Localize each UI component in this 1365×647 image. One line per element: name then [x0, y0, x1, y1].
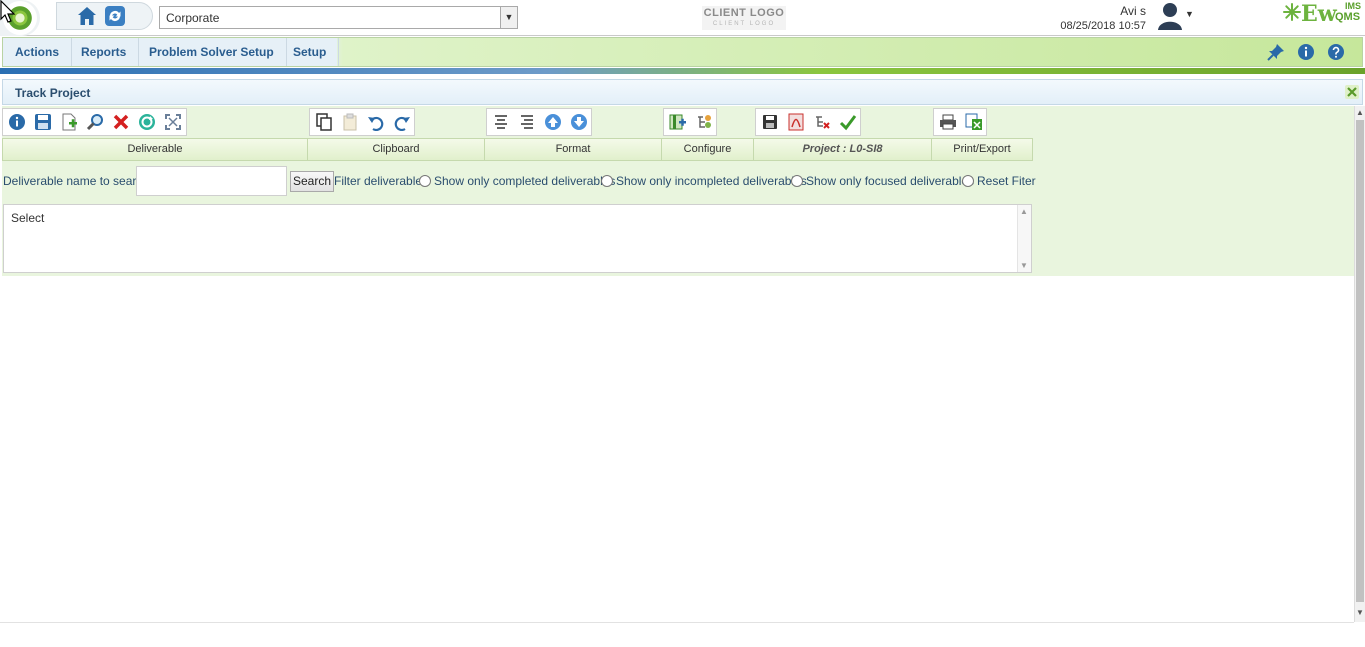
close-icon[interactable] — [1345, 85, 1359, 99]
menu-setup[interactable]: Setup — [281, 38, 340, 66]
radio-focused-label: Show only focused deliverables — [806, 174, 975, 188]
group-label-project: Project : L0-SI8 — [754, 139, 932, 160]
ribbon-group-clipboard — [309, 108, 415, 136]
redo-icon[interactable] — [393, 113, 411, 131]
top-bar: Corporate ▼ CLIENT LOGO CLIENT LOGO Avi … — [0, 0, 1365, 36]
info-icon[interactable] — [1297, 43, 1315, 61]
copy-icon[interactable] — [315, 113, 333, 131]
fullscreen-icon[interactable] — [164, 113, 182, 131]
scroll-up-icon[interactable]: ▲ — [1020, 207, 1028, 216]
align-justify-icon[interactable] — [518, 113, 536, 131]
search-icon[interactable] — [86, 113, 104, 131]
client-logo-subtext: CLIENT LOGO — [712, 21, 776, 27]
avatar-icon[interactable] — [1155, 0, 1185, 30]
export-icon[interactable] — [965, 113, 983, 131]
ribbon-group-labels: Deliverable Clipboard Format Configure P… — [2, 138, 1033, 161]
ribbon-group-configure — [663, 108, 717, 136]
menu-reports[interactable]: Reports — [69, 38, 140, 66]
save-icon[interactable] — [34, 113, 52, 131]
scroll-up-icon[interactable]: ▲ — [1355, 108, 1365, 120]
user-menu-caret-icon[interactable]: ▼ — [1185, 9, 1195, 19]
bottom-divider — [0, 622, 1354, 623]
group-label-configure: Configure — [662, 139, 754, 160]
move-up-icon[interactable] — [544, 113, 562, 131]
sync-icon[interactable] — [138, 113, 156, 131]
print-icon[interactable] — [939, 113, 957, 131]
pin-icon[interactable] — [1267, 43, 1285, 61]
client-logo-text: CLIENT LOGO — [703, 7, 785, 19]
ribbon-group-print-export — [933, 108, 987, 136]
scroll-down-icon[interactable]: ▼ — [1020, 261, 1028, 270]
ribbon-group-format — [486, 108, 592, 136]
header-stripe — [0, 68, 1365, 74]
brand-ims-text: IMS — [1345, 1, 1362, 11]
radio-reset-filter[interactable] — [962, 175, 974, 187]
radio-completed[interactable] — [419, 175, 431, 187]
group-label-deliverable: Deliverable — [3, 139, 308, 160]
current-datetime: 08/25/2018 10:57 — [1060, 20, 1146, 32]
page-title: Track Project — [15, 86, 91, 100]
undo-icon[interactable] — [367, 113, 385, 131]
main-menu-bar: Actions Reports Problem Solver Setup Set… — [2, 37, 1363, 67]
ribbon-toolbar: Deliverable Clipboard Format Configure P… — [2, 108, 1033, 161]
search-button[interactable]: Search — [290, 171, 334, 192]
organization-select-value: Corporate — [166, 11, 220, 25]
configure-tree-icon[interactable] — [695, 113, 713, 131]
group-label-clipboard: Clipboard — [308, 139, 485, 160]
user-name: Avi s — [1120, 4, 1146, 18]
list-scrollbar[interactable]: ▲ ▼ — [1017, 205, 1031, 272]
help-icon[interactable] — [1327, 43, 1345, 61]
radio-incompleted-label: Show only incompleted deliverables — [616, 174, 807, 188]
check-icon[interactable] — [839, 113, 857, 131]
add-document-icon[interactable] — [60, 113, 78, 131]
menu-actions[interactable]: Actions — [3, 38, 73, 66]
scroll-down-icon[interactable]: ▼ — [1355, 608, 1365, 620]
move-down-icon[interactable] — [570, 113, 588, 131]
radio-incompleted[interactable] — [601, 175, 613, 187]
radio-focused[interactable] — [791, 175, 803, 187]
info-icon[interactable] — [8, 113, 26, 131]
brand-logo: Ew IMS QMS — [1283, 1, 1361, 29]
save-project-icon[interactable] — [761, 113, 779, 131]
mouse-cursor-icon — [0, 0, 16, 23]
radio-completed-label: Show only completed deliverables — [434, 174, 616, 188]
refresh-icon[interactable] — [104, 5, 126, 27]
page-scrollbar[interactable]: ▲ ▼ — [1354, 106, 1365, 622]
brand-qms-text: QMS — [1335, 11, 1361, 23]
remove-item-icon[interactable] — [813, 113, 831, 131]
deliverable-search-input[interactable] — [136, 166, 287, 196]
brand-star-icon — [1283, 3, 1301, 21]
chevron-down-icon[interactable]: ▼ — [500, 7, 517, 28]
list-item[interactable]: Select — [11, 211, 44, 225]
search-label: Deliverable name to search — [3, 174, 150, 188]
scrollbar-thumb[interactable] — [1356, 120, 1364, 602]
group-label-print-export: Print/Export — [953, 143, 1011, 155]
filter-label: Filter deliverable — [334, 174, 423, 188]
menu-problem-solver-setup[interactable]: Problem Solver Setup — [137, 38, 287, 66]
brand-main-text: Ew — [1301, 1, 1337, 27]
radio-reset-filter-label: Reset Fiter — [977, 174, 1036, 188]
group-label-format: Format — [485, 139, 662, 160]
home-icon[interactable] — [76, 5, 98, 27]
ribbon-group-deliverable — [2, 108, 187, 136]
pdf-icon[interactable] — [787, 113, 805, 131]
organization-select[interactable]: Corporate ▼ — [159, 6, 518, 29]
deliverable-list[interactable]: Select ▲ ▼ — [3, 204, 1032, 273]
ribbon-group-project — [755, 108, 861, 136]
configure-columns-icon[interactable] — [669, 113, 687, 131]
panel-header: Track Project — [2, 79, 1363, 105]
client-logo: CLIENT LOGO CLIENT LOGO — [702, 6, 786, 30]
delete-icon[interactable] — [112, 113, 130, 131]
paste-icon[interactable] — [341, 113, 359, 131]
align-center-icon[interactable] — [492, 113, 510, 131]
search-row: Deliverable name to search Search Filter… — [2, 166, 1042, 196]
